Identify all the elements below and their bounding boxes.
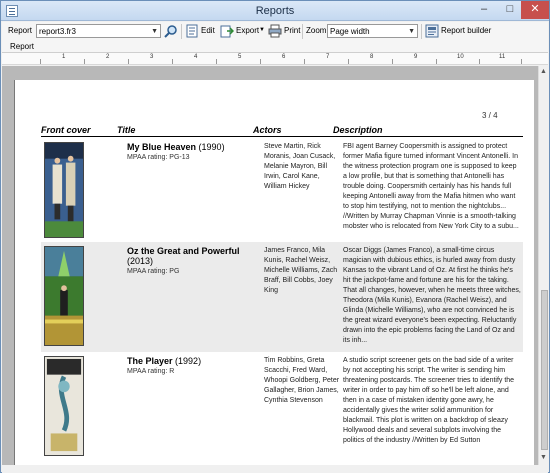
header-front-cover: Front cover	[41, 125, 91, 135]
report-label: Report	[8, 26, 33, 35]
report-select-value: report3.fr3	[39, 27, 76, 36]
ruler-tick	[84, 59, 85, 64]
ruler-label: 3	[150, 54, 154, 60]
ruler-label: 2	[106, 54, 110, 60]
chevron-down-icon[interactable]: ▼	[151, 26, 158, 37]
table-header: Front cover Title Actors Description	[41, 125, 523, 137]
table-row: The Player (1992) MPAA rating: R Tim Rob…	[41, 352, 523, 465]
ruler-label: 6	[282, 54, 286, 60]
report-builder-button[interactable]: Report builder	[441, 26, 491, 35]
window-title: Reports	[255, 5, 295, 17]
movie-actors: Steve Martin, Rick Moranis, Joan Cusack,…	[264, 143, 336, 190]
vertical-scrollbar[interactable]: ▲ ▼	[538, 66, 549, 465]
zoom-label: Zoom	[306, 26, 327, 35]
close-button[interactable]: ✕	[521, 1, 549, 19]
movie-poster-image	[44, 356, 84, 456]
table-row: My Blue Heaven (1990) MPAA rating: PG-13…	[41, 138, 523, 242]
movie-year: (2013)	[127, 256, 154, 266]
header-actors: Actors	[253, 125, 282, 135]
maximize-button[interactable]: □	[497, 1, 523, 19]
reports-window: Reports – □ ✕ Report report3.fr3 ▼ Edit …	[0, 0, 550, 473]
movie-rating: MPAA rating: PG-13	[127, 154, 190, 161]
movie-title: Oz the Great and Powerful (2013)	[127, 246, 251, 266]
zoom-select[interactable]: Page width ▼	[327, 24, 418, 38]
movie-year: (1990)	[198, 142, 225, 152]
movie-title-text: The Player	[127, 356, 173, 366]
page-number: 3 / 4	[482, 111, 498, 120]
ruler-tick	[304, 59, 305, 64]
movie-actors: Tim Robbins, Greta Scacchi, Fred Ward, W…	[264, 357, 340, 404]
movie-poster-image	[44, 246, 84, 346]
ruler-tick	[216, 59, 217, 64]
scrollbar-thumb[interactable]	[541, 290, 548, 450]
movie-description: Oscar Diggs (James Franco), a small-time…	[343, 247, 521, 344]
movie-description: FBI agent Barney Coopersmith is assigned…	[343, 143, 519, 230]
ruler-tick	[479, 59, 480, 64]
ruler-tick	[172, 59, 173, 64]
toolbar-separator	[421, 24, 422, 39]
export-icon[interactable]	[220, 24, 234, 38]
horizontal-ruler: 1 2 3 4 5 6 7 8 9 10 11	[2, 53, 548, 65]
search-icon[interactable]	[164, 24, 178, 38]
tab-bar: Report	[2, 41, 548, 53]
movie-title-text: My Blue Heaven	[127, 142, 197, 152]
ruler-tick	[260, 59, 261, 64]
report-select[interactable]: report3.fr3 ▼	[36, 24, 161, 38]
movie-title: The Player (1992)	[127, 356, 251, 366]
scroll-up-arrow-icon[interactable]: ▲	[540, 68, 547, 75]
movie-rating: MPAA rating: R	[127, 368, 175, 375]
movie-title: My Blue Heaven (1990)	[127, 142, 251, 152]
tab-report[interactable]: Report	[10, 42, 34, 51]
ruler-label: 9	[414, 54, 418, 60]
movie-year: (1992)	[175, 356, 202, 366]
edit-button[interactable]: Edit	[201, 26, 215, 35]
zoom-select-value: Page width	[330, 27, 370, 36]
chevron-down-icon[interactable]: ▼	[408, 26, 415, 37]
title-bar[interactable]: Reports – □ ✕	[1, 1, 549, 21]
report-page: 3 / 4 Front cover Title Actors Descripti…	[14, 80, 534, 465]
status-bar	[2, 465, 548, 473]
movie-title-text: Oz the Great and Powerful	[127, 246, 240, 256]
movie-rating: MPAA rating: PG	[127, 268, 180, 275]
ruler-tick	[392, 59, 393, 64]
export-chevron-down-icon[interactable]: ▼	[259, 27, 265, 33]
ruler-tick	[40, 59, 41, 64]
ruler-label: 10	[457, 54, 464, 60]
scroll-down-arrow-icon[interactable]: ▼	[540, 454, 547, 461]
ruler-tick	[521, 59, 522, 64]
header-title: Title	[117, 125, 136, 135]
movie-actors: James Franco, Mila Kunis, Rachel Weisz, …	[264, 247, 338, 294]
table-row: Oz the Great and Powerful (2013) MPAA ra…	[41, 242, 523, 352]
movie-poster-image	[44, 142, 84, 238]
ruler-label: 8	[370, 54, 374, 60]
printer-icon[interactable]	[268, 24, 282, 38]
toolbar-separator	[181, 24, 182, 39]
ruler-label: 11	[499, 54, 506, 60]
minimize-button[interactable]: –	[471, 1, 497, 19]
ruler-label: 5	[238, 54, 242, 60]
print-button[interactable]: Print	[284, 26, 300, 35]
header-description: Description	[333, 125, 383, 135]
report-preview-area[interactable]: 3 / 4 Front cover Title Actors Descripti…	[2, 66, 538, 465]
ruler-tick	[128, 59, 129, 64]
report-builder-icon[interactable]	[425, 24, 439, 38]
ruler-label: 7	[326, 54, 330, 60]
toolbar: Report report3.fr3 ▼ Edit Export ▼ Print	[2, 22, 548, 41]
movie-description: A studio script screener gets on the bad…	[343, 357, 515, 444]
ruler-label: 1	[62, 54, 66, 60]
ruler-label: 4	[194, 54, 198, 60]
ruler-tick	[436, 59, 437, 64]
edit-icon[interactable]	[185, 24, 199, 38]
toolbar-separator	[302, 24, 303, 39]
export-button[interactable]: Export	[236, 26, 259, 35]
ruler-tick	[348, 59, 349, 64]
